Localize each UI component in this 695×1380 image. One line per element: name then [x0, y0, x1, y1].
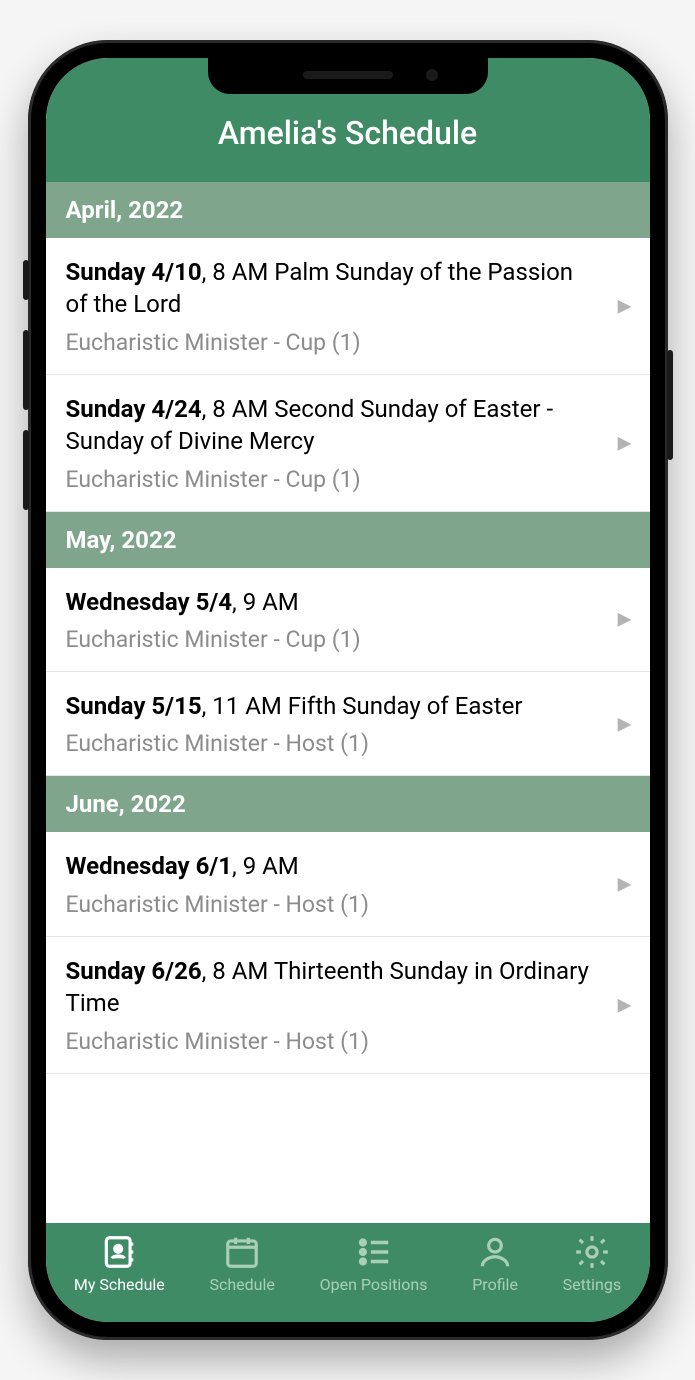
- tab-schedule[interactable]: Schedule: [209, 1233, 274, 1294]
- event-role: Eucharistic Minister - Cup (1): [66, 626, 600, 653]
- tab-label: My Schedule: [74, 1275, 165, 1294]
- phone-notch: [208, 58, 488, 94]
- event-row[interactable]: Sunday 5/15, 11 AM Fifth Sunday of Easte…: [46, 672, 650, 776]
- contact-book-icon: [100, 1233, 138, 1271]
- tab-label: Schedule: [209, 1275, 274, 1294]
- event-row[interactable]: Sunday 4/24, 8 AM Second Sunday of Easte…: [46, 375, 650, 512]
- event-role: Eucharistic Minister - Cup (1): [66, 329, 600, 356]
- chevron-right-icon: ▶: [618, 874, 632, 895]
- gear-icon: [573, 1233, 611, 1271]
- calendar-icon: [223, 1233, 261, 1271]
- chevron-right-icon: ▶: [618, 609, 632, 630]
- tab-bar: My Schedule Schedule Open Positions: [46, 1223, 650, 1322]
- event-title: Wednesday 5/4, 9 AM: [66, 586, 600, 618]
- event-desc: , 9 AM: [232, 852, 299, 880]
- tab-label: Open Positions: [320, 1275, 428, 1294]
- event-title: Sunday 5/15, 11 AM Fifth Sunday of Easte…: [66, 690, 600, 722]
- profile-icon: [476, 1233, 514, 1271]
- event-row[interactable]: Wednesday 6/1, 9 AM Eucharistic Minister…: [46, 832, 650, 936]
- chevron-right-icon: ▶: [618, 432, 632, 453]
- chevron-right-icon: ▶: [618, 295, 632, 316]
- list-icon: [355, 1233, 393, 1271]
- event-date: Sunday 6/26: [66, 957, 202, 985]
- event-date: Wednesday 6/1: [66, 852, 233, 880]
- schedule-list[interactable]: April, 2022 Sunday 4/10, 8 AM Palm Sunda…: [46, 182, 650, 1223]
- tab-label: Settings: [563, 1275, 621, 1294]
- event-desc: , 9 AM: [232, 588, 299, 616]
- tab-settings[interactable]: Settings: [563, 1233, 621, 1294]
- event-date: Sunday 4/24: [66, 395, 202, 423]
- event-title: Sunday 4/10, 8 AM Palm Sunday of the Pas…: [66, 256, 600, 321]
- month-header: June, 2022: [46, 776, 650, 832]
- event-date: Sunday 4/10: [66, 258, 202, 286]
- chevron-right-icon: ▶: [618, 994, 632, 1015]
- screen: Amelia's Schedule April, 2022 Sunday 4/1…: [46, 58, 650, 1322]
- phone-frame: Amelia's Schedule April, 2022 Sunday 4/1…: [28, 40, 668, 1340]
- chevron-right-icon: ▶: [618, 713, 632, 734]
- month-header: April, 2022: [46, 182, 650, 238]
- event-title: Sunday 6/26, 8 AM Thirteenth Sunday in O…: [66, 955, 600, 1020]
- event-date: Wednesday 5/4: [66, 588, 233, 616]
- event-role: Eucharistic Minister - Host (1): [66, 1028, 600, 1055]
- event-row[interactable]: Sunday 6/26, 8 AM Thirteenth Sunday in O…: [46, 937, 650, 1074]
- event-role: Eucharistic Minister - Host (1): [66, 730, 600, 757]
- event-role: Eucharistic Minister - Host (1): [66, 891, 600, 918]
- event-title: Sunday 4/24, 8 AM Second Sunday of Easte…: [66, 393, 600, 458]
- tab-my-schedule[interactable]: My Schedule: [74, 1233, 165, 1294]
- event-row[interactable]: Sunday 4/10, 8 AM Palm Sunday of the Pas…: [46, 238, 650, 375]
- tab-label: Profile: [472, 1275, 518, 1294]
- month-header: May, 2022: [46, 512, 650, 568]
- event-desc: , 11 AM Fifth Sunday of Easter: [202, 692, 523, 720]
- event-role: Eucharistic Minister - Cup (1): [66, 466, 600, 493]
- event-date: Sunday 5/15: [66, 692, 202, 720]
- tab-open-positions[interactable]: Open Positions: [320, 1233, 428, 1294]
- event-title: Wednesday 6/1, 9 AM: [66, 850, 600, 882]
- event-row[interactable]: Wednesday 5/4, 9 AM Eucharistic Minister…: [46, 568, 650, 672]
- tab-profile[interactable]: Profile: [472, 1233, 518, 1294]
